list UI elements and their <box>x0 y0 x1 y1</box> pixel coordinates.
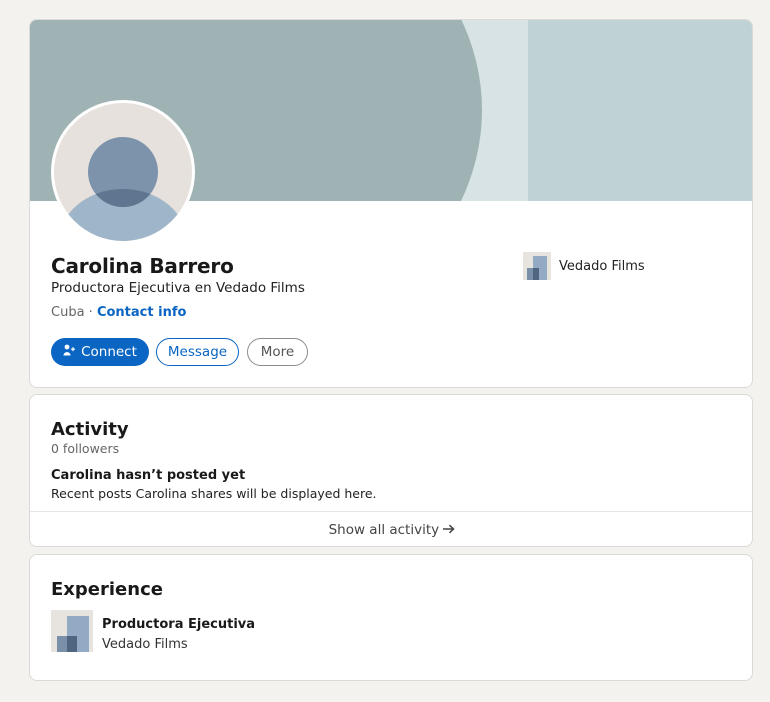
profile-headline: Productora Ejecutiva en Vedado Films <box>51 280 305 296</box>
profile-card: Carolina Barrero Productora Ejecutiva en… <box>29 19 753 388</box>
location-text: Cuba <box>51 305 85 320</box>
location-separator: · <box>84 305 97 320</box>
experience-title: Experience <box>51 579 163 600</box>
company-logo <box>523 252 551 280</box>
show-all-activity-label: Show all activity <box>328 522 440 538</box>
show-all-activity-link[interactable]: Show all activity <box>30 522 752 538</box>
connect-label: Connect <box>81 344 137 360</box>
activity-card: Activity 0 followers Carolina hasn’t pos… <box>29 394 753 547</box>
company-logo[interactable] <box>51 610 93 652</box>
avatar[interactable] <box>51 100 195 244</box>
add-person-icon <box>63 344 76 360</box>
profile-name: Carolina Barrero <box>51 254 234 278</box>
followers-count[interactable]: 0 followers <box>51 441 119 456</box>
contact-info-link[interactable]: Contact info <box>97 305 186 320</box>
no-posts-title: Carolina hasn’t posted yet <box>51 468 246 483</box>
current-company[interactable]: Vedado Films <box>523 252 645 280</box>
divider <box>30 511 752 512</box>
more-button[interactable]: More <box>247 338 308 366</box>
no-posts-subtitle: Recent posts Carolina shares will be dis… <box>51 486 377 501</box>
location-row: Cuba · Contact info <box>51 305 186 320</box>
message-button[interactable]: Message <box>156 338 239 366</box>
connect-button[interactable]: Connect <box>51 338 149 366</box>
experience-card: Experience Productora Ejecutiva Vedado F… <box>29 554 753 681</box>
right-arrow-icon <box>443 522 456 538</box>
experience-role: Productora Ejecutiva <box>102 617 256 632</box>
current-company-name: Vedado Films <box>559 258 645 274</box>
activity-title: Activity <box>51 419 129 440</box>
experience-company: Vedado Films <box>102 637 188 652</box>
